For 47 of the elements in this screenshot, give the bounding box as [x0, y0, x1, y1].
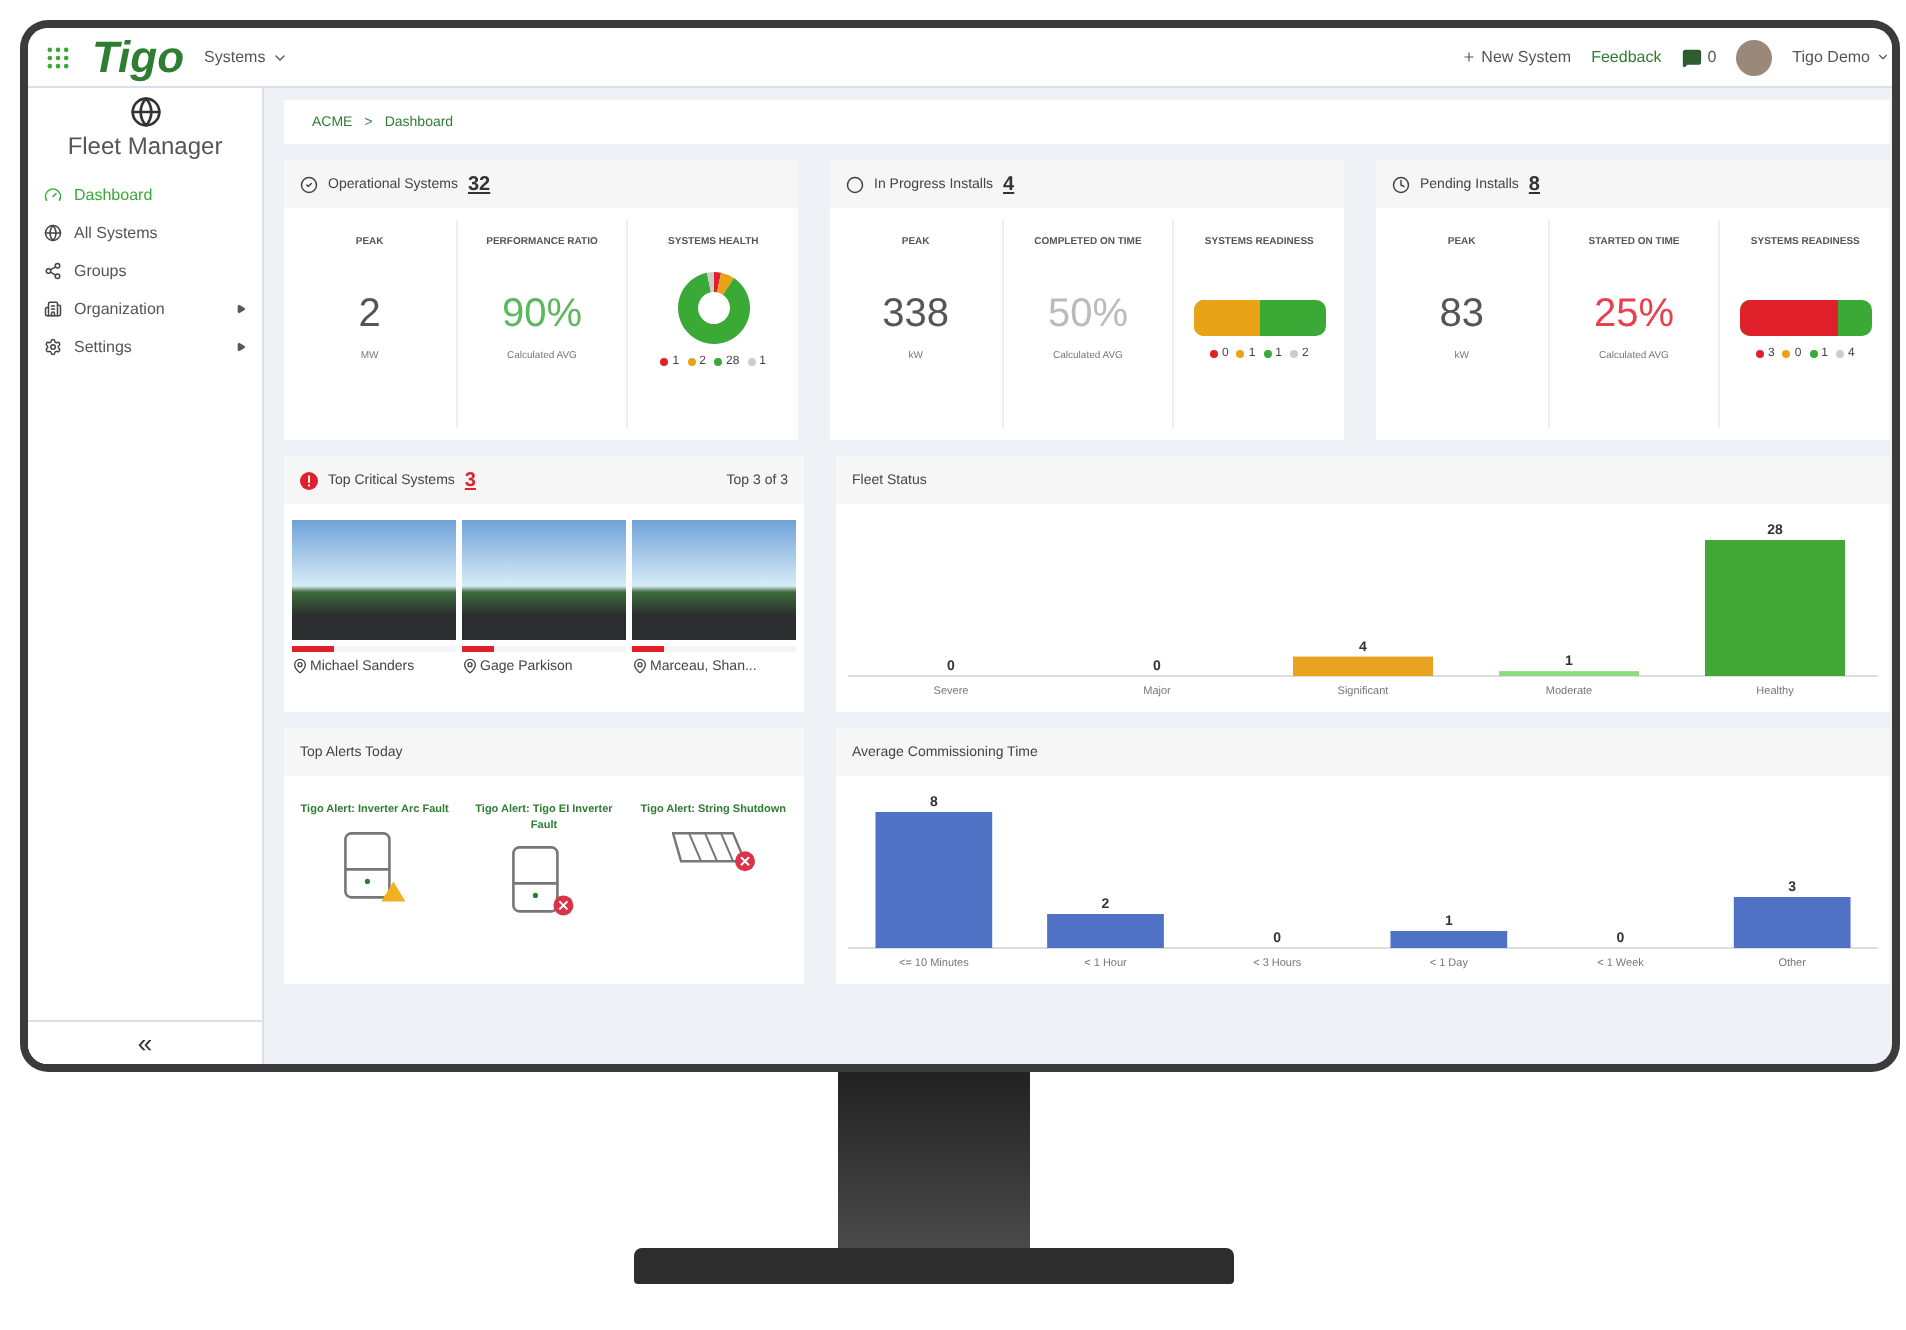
card-count[interactable]: 4 [1003, 173, 1015, 195]
map-pin-icon [632, 658, 648, 674]
messages-link[interactable]: 0 [1681, 47, 1717, 67]
settings-icon [44, 338, 62, 356]
map-pin-icon [292, 658, 308, 674]
logo: Tigo [92, 31, 185, 83]
check-circle-icon [300, 175, 318, 193]
chart-bar [875, 812, 993, 948]
metric-value: 338 [882, 292, 950, 338]
sidebar-item[interactable]: Groups [28, 252, 262, 290]
chart-bar [1733, 897, 1851, 948]
caret-icon [1876, 50, 1890, 64]
photo-placeholder[interactable] [292, 520, 456, 640]
circle-icon [846, 175, 864, 193]
card-count[interactable]: 3 [464, 469, 476, 491]
metric-value: 2 [358, 292, 381, 338]
photo-placeholder[interactable] [632, 520, 796, 640]
sidebar-item[interactable]: Settings [28, 328, 262, 366]
chat-icon [1681, 47, 1702, 67]
map-pin-icon [462, 658, 478, 674]
card-count[interactable]: 8 [1528, 173, 1540, 195]
clock-icon [1392, 175, 1410, 193]
card-count[interactable]: 32 [467, 173, 491, 195]
photo-placeholder[interactable] [462, 520, 626, 640]
building-icon [44, 300, 62, 318]
globe-icon [44, 224, 62, 242]
chart-bar [1047, 914, 1164, 948]
alert-icon [300, 471, 318, 489]
globe-icon [129, 96, 161, 128]
user-menu[interactable]: Tigo Demo [1792, 48, 1890, 66]
metric-value: 90% [501, 292, 582, 338]
chart-bar [1390, 931, 1508, 948]
metric-value: 50% [1047, 292, 1128, 338]
systems-menu[interactable]: Systems [204, 48, 288, 66]
sidebar-item[interactable]: Organization [28, 290, 262, 328]
apps-grid-icon[interactable] [44, 43, 72, 71]
share-icon [44, 262, 62, 280]
collapse-button[interactable]: « [28, 1020, 262, 1064]
metric-value: 25% [1593, 292, 1674, 338]
metric-value: 83 [1439, 292, 1484, 338]
sidebar-item[interactable]: All Systems [28, 214, 262, 252]
gauge-icon [44, 186, 62, 204]
user-avatar[interactable] [1736, 39, 1773, 75]
new-system-link[interactable]: New System [1461, 48, 1572, 66]
plus-icon [1461, 50, 1476, 64]
sidebar-title: Fleet Manager [67, 132, 223, 160]
feedback-link[interactable]: Feedback [1591, 48, 1662, 66]
